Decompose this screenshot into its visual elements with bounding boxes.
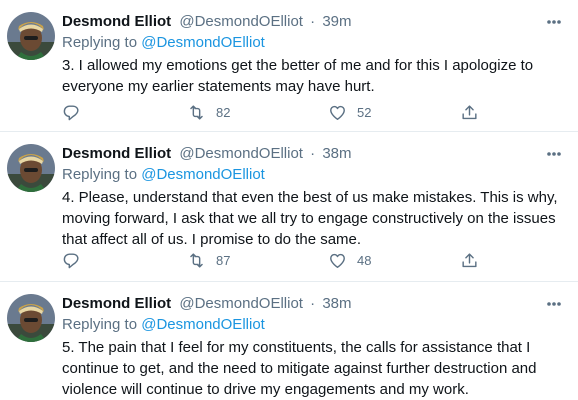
retweet-count: 82 — [216, 104, 231, 120]
tweet[interactable]: Desmond Elliot @DesmondOElliot · 38m Rep… — [0, 132, 578, 282]
tweet-text: 5. The pain that I feel for my constitue… — [62, 339, 537, 398]
share-button[interactable] — [460, 101, 479, 123]
retweet-button[interactable]: 87 — [187, 249, 230, 271]
timestamp[interactable]: 39m — [322, 13, 351, 30]
more-horizontal-icon[interactable] — [544, 145, 564, 163]
retweet-count: 87 — [216, 252, 231, 268]
share-icon — [462, 104, 477, 119]
author-handle[interactable]: @DesmondOElliot — [179, 13, 303, 30]
reply-button[interactable] — [62, 249, 81, 271]
avatar[interactable] — [7, 294, 55, 342]
tweet[interactable]: Desmond Elliot @DesmondOElliot · 39m Rep… — [0, 0, 578, 132]
share-button[interactable] — [460, 249, 479, 271]
retweet-icon — [190, 104, 203, 120]
like-button[interactable]: 48 — [328, 249, 371, 271]
replying-to-label: Replying to — [62, 316, 138, 333]
avatar[interactable] — [7, 144, 55, 192]
replying-to: Replying to @DesmondOElliot — [62, 315, 265, 335]
author-name[interactable]: Desmond Elliot — [62, 145, 171, 162]
more-horizontal-icon[interactable] — [544, 13, 564, 31]
tweet-text: 3. I allowed my emotions get the better … — [62, 57, 534, 95]
separator-dot: · — [310, 145, 316, 162]
timestamp[interactable]: 38m — [322, 295, 351, 312]
replying-to-label: Replying to — [62, 166, 138, 183]
tweet-header: Desmond Elliot @DesmondOElliot · 39m — [62, 12, 538, 32]
like-button[interactable]: 52 — [328, 101, 371, 123]
tweet[interactable]: Desmond Elliot @DesmondOElliot · 38m Rep… — [0, 282, 578, 400]
heart-icon — [330, 253, 345, 268]
author-handle[interactable]: @DesmondOElliot — [179, 295, 303, 312]
reply-button[interactable] — [62, 101, 81, 123]
replying-to: Replying to @DesmondOElliot — [62, 165, 265, 185]
tweet-header: Desmond Elliot @DesmondOElliot · 38m — [62, 144, 538, 164]
timestamp[interactable]: 38m — [322, 145, 351, 162]
heart-icon — [330, 105, 345, 120]
share-icon — [462, 252, 477, 267]
author-handle[interactable]: @DesmondOElliot — [179, 145, 303, 162]
replying-to-label: Replying to — [62, 34, 138, 51]
reply-icon — [63, 104, 79, 120]
replying-to-mention[interactable]: @DesmondOElliot — [141, 166, 265, 183]
like-count: 48 — [357, 252, 372, 268]
replying-to-mention[interactable]: @DesmondOElliot — [141, 316, 265, 333]
replying-to: Replying to @DesmondOElliot — [62, 33, 265, 53]
retweet-icon — [190, 252, 203, 268]
tweet-actions: 87 48 — [62, 249, 492, 271]
more-horizontal-icon[interactable] — [544, 295, 564, 313]
tweet-text: 4. Please, understand that even the best… — [62, 189, 558, 248]
reply-icon — [63, 252, 79, 268]
separator-dot: · — [310, 13, 316, 30]
tweet-header: Desmond Elliot @DesmondOElliot · 38m — [62, 294, 538, 314]
author-name[interactable]: Desmond Elliot — [62, 13, 171, 30]
avatar[interactable] — [7, 12, 55, 60]
like-count: 52 — [357, 104, 372, 120]
tweet-actions: 82 52 — [62, 101, 492, 123]
separator-dot: · — [310, 295, 316, 312]
retweet-button[interactable]: 82 — [187, 101, 230, 123]
tweet-thread: Desmond Elliot @DesmondOElliot · 39m Rep… — [0, 0, 578, 400]
replying-to-mention[interactable]: @DesmondOElliot — [141, 34, 265, 51]
author-name[interactable]: Desmond Elliot — [62, 295, 171, 312]
